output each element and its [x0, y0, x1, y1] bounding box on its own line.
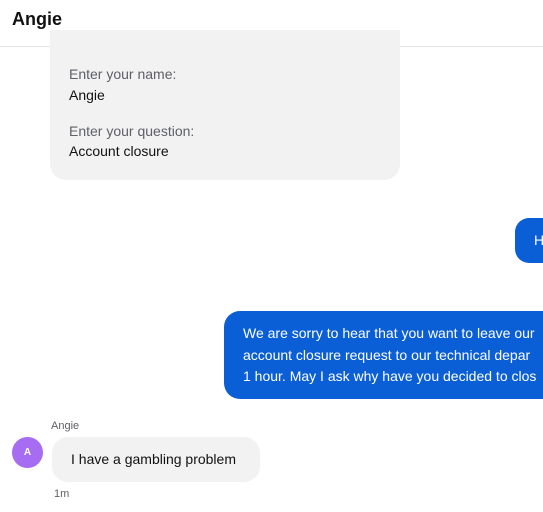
incoming-message-text: I have a gambling problem	[71, 451, 236, 467]
question-value: Account closure	[69, 143, 169, 159]
prechat-form-card: Enter your name: Angie Enter your questi…	[50, 30, 400, 180]
outgoing-message-bubble: H	[515, 218, 543, 263]
chat-window: Angie Enter your name: Angie Enter your …	[0, 0, 543, 512]
name-value: Angie	[69, 87, 105, 103]
outgoing-message-line: We are sorry to hear that you want to le…	[243, 325, 535, 341]
message-timestamp: 1m	[54, 488, 70, 500]
outgoing-message-bubble: We are sorry to hear that you want to le…	[224, 311, 543, 399]
incoming-message-bubble: I have a gambling problem	[52, 437, 260, 482]
outgoing-message-line: account closure request to our technical…	[243, 346, 531, 363]
chat-title: Angie	[12, 9, 63, 29]
outgoing-message-text: H	[534, 232, 543, 248]
name-label: Enter your name:	[69, 66, 177, 82]
avatar: A	[12, 437, 43, 468]
question-label: Enter your question:	[69, 123, 195, 139]
outgoing-message-line: 1 hour. May I ask why have you decided t…	[243, 368, 537, 384]
sender-name: Angie	[51, 420, 80, 432]
